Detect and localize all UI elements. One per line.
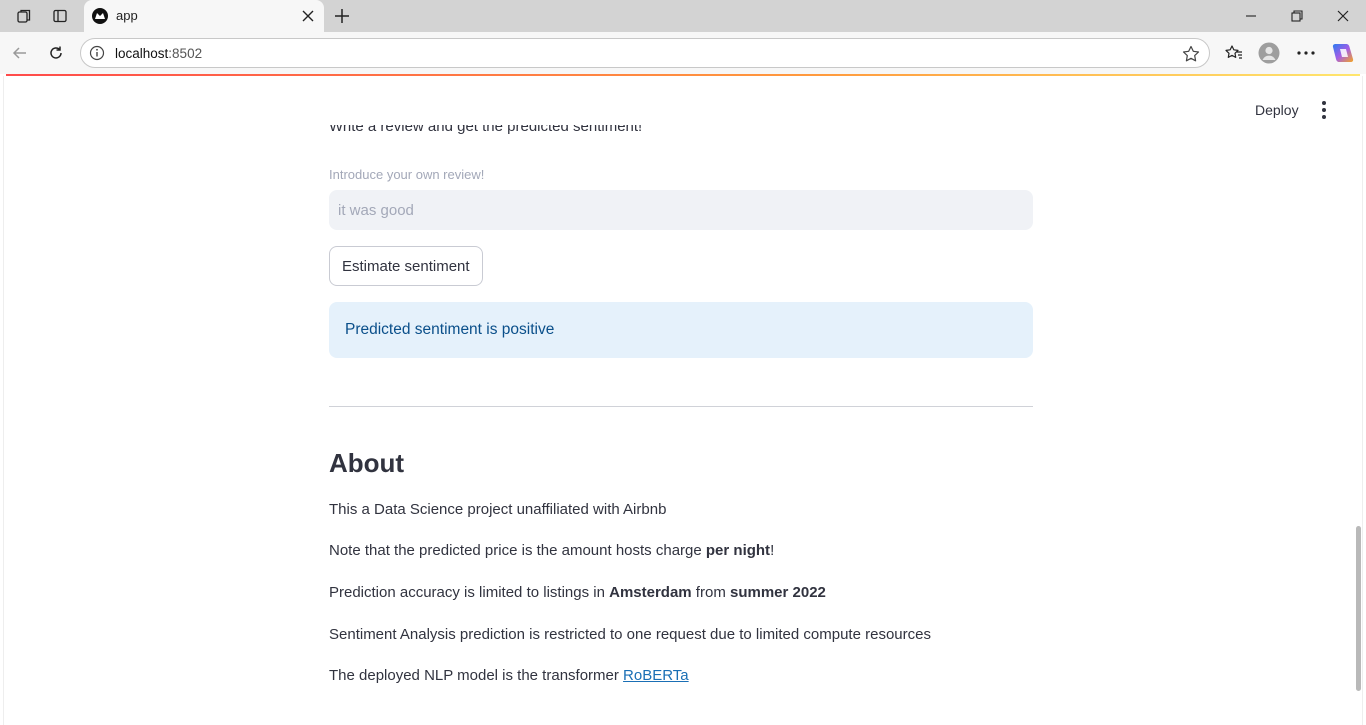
roberta-link[interactable]: RoBERTa [623, 667, 689, 684]
review-label: Introduce your own review! [329, 167, 485, 182]
favorite-star-icon[interactable] [1181, 44, 1201, 64]
divider [329, 406, 1033, 407]
url-text: localhost:8502 [115, 46, 203, 61]
restore-icon[interactable] [1274, 0, 1320, 32]
about-heading: About [329, 448, 405, 478]
review-input[interactable] [329, 190, 1033, 230]
copilot-icon[interactable] [1332, 42, 1354, 64]
tab-strip: app [0, 0, 1366, 32]
browser-tab[interactable]: app [84, 0, 324, 32]
workspaces-icon[interactable] [10, 4, 38, 28]
browser-toolbar: localhost:8502 [0, 32, 1366, 74]
window-close-icon[interactable] [1320, 0, 1366, 32]
app-viewport: Deploy Write a review and get the predic… [3, 76, 1363, 725]
about-line-1: This a Data Science project unaffiliated… [329, 501, 667, 518]
about-line-2: Note that the predicted price is the amo… [329, 542, 775, 559]
new-tab-icon[interactable] [330, 4, 354, 28]
profile-icon[interactable] [1258, 42, 1280, 64]
tab-actions-icon[interactable] [46, 4, 74, 28]
back-icon[interactable] [8, 41, 32, 65]
about-line-3: Prediction accuracy is limited to listin… [329, 584, 826, 601]
kebab-menu-icon[interactable] [1314, 100, 1334, 120]
section-caption: Write a review and get the predicted sen… [329, 125, 643, 135]
favorites-icon[interactable] [1223, 42, 1245, 64]
sentiment-result-text: Predicted sentiment is positive [345, 321, 555, 338]
sentiment-result-alert: Predicted sentiment is positive [329, 302, 1033, 358]
scrollbar[interactable] [1356, 526, 1361, 691]
tab-close-icon[interactable] [298, 6, 318, 26]
about-line-4: Sentiment Analysis prediction is restric… [329, 626, 931, 643]
deploy-button[interactable]: Deploy [1249, 98, 1305, 122]
tab-title: app [116, 8, 138, 23]
about-line-5: The deployed NLP model is the transforme… [329, 667, 689, 684]
minimize-icon[interactable] [1228, 0, 1274, 32]
estimate-sentiment-button[interactable]: Estimate sentiment [329, 246, 483, 286]
reload-icon[interactable] [44, 41, 68, 65]
address-bar[interactable]: localhost:8502 [80, 38, 1210, 68]
more-icon[interactable] [1295, 42, 1317, 64]
app-favicon [92, 8, 108, 24]
site-info-icon[interactable] [89, 45, 105, 61]
